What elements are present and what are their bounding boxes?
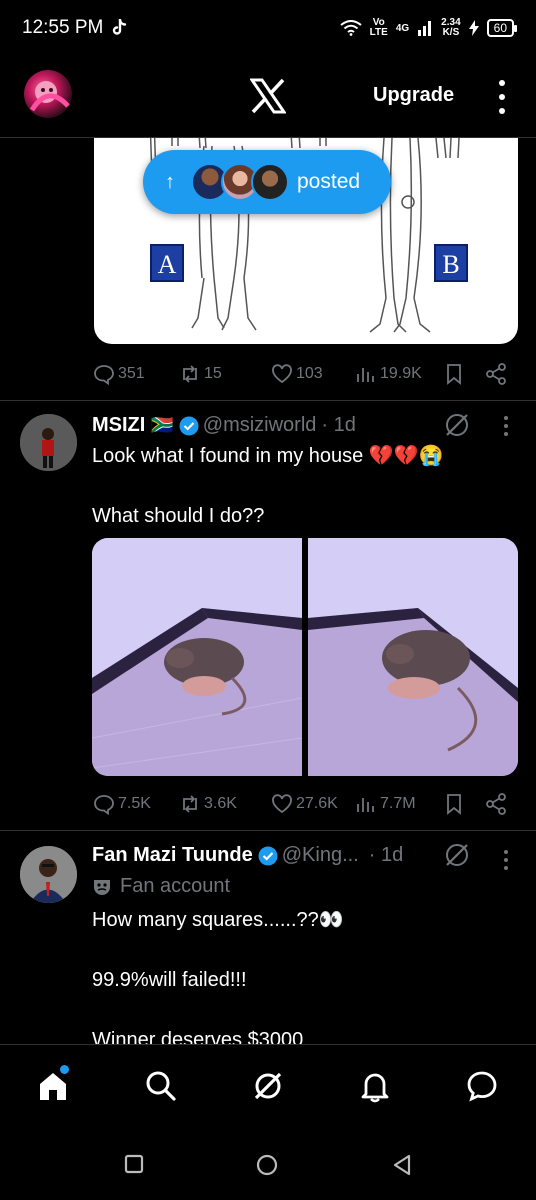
messages-icon[interactable] (465, 1069, 499, 1103)
home-icon[interactable] (36, 1069, 70, 1103)
tweet-more-icon[interactable] (504, 416, 510, 436)
bookmark-icon (447, 364, 461, 385)
share-button[interactable] (484, 360, 508, 388)
home-unread-dot (60, 1065, 69, 1074)
verified-icon (258, 846, 278, 865)
new-posts-pill[interactable]: ↑ posted (143, 150, 391, 214)
top-header: Upgrade (0, 56, 536, 138)
tiktok-icon (113, 19, 127, 35)
author-avatar[interactable] (20, 846, 77, 903)
label-b: B (434, 244, 468, 282)
home-button-icon[interactable] (256, 1154, 278, 1176)
reply-icon (94, 365, 114, 386)
tweet-header: Fan Mazi Tuunde @King... · 1d (92, 844, 403, 867)
timeline-feed[interactable]: A B ↑ posted 351 15 103 19.9K MSIZI 🇿🇦 @… (0, 138, 536, 1044)
system-navigation (0, 1130, 536, 1200)
status-time: 12:55 PM (22, 17, 104, 38)
volte-indicator: Vo LTE (369, 17, 388, 38)
fan-account-label: Fan account (92, 875, 230, 898)
grok-icon[interactable] (251, 1069, 285, 1103)
repost-button[interactable]: 3.6K (178, 790, 237, 818)
tweet-header: MSIZI 🇿🇦 @msiziworld · 1d (92, 414, 356, 437)
battery-level: 60 (486, 19, 518, 37)
recent-apps-icon[interactable] (124, 1154, 144, 1174)
author-handle[interactable]: @msiziworld (203, 414, 317, 437)
label-a: A (150, 244, 184, 282)
posted-label: posted (297, 170, 361, 193)
tweet-text-line: 99.9%will failed!!! (92, 969, 247, 991)
signal-icon (418, 21, 432, 36)
tweet-time: · 1d (321, 414, 356, 436)
like-button[interactable]: 27.6K (270, 790, 338, 818)
back-icon[interactable] (392, 1154, 412, 1176)
author-handle[interactable]: @King... (282, 844, 359, 867)
profile-avatar[interactable] (24, 70, 72, 118)
tweet-text-line: What should I do?? (92, 505, 265, 527)
bookmark-button[interactable] (442, 360, 466, 388)
tweet-text-line: Winner deserves $3000 (92, 1029, 304, 1044)
author-name[interactable]: Fan Mazi Tuunde (92, 844, 253, 867)
tweet-divider (0, 830, 536, 831)
share-icon (486, 363, 506, 385)
mask-icon (94, 879, 110, 895)
charging-icon (468, 20, 479, 36)
network-speed: 2.34 K/S (441, 17, 461, 38)
tweet-time: · 1d (368, 844, 404, 866)
author-name[interactable]: MSIZI (92, 414, 145, 437)
x-logo (250, 78, 286, 114)
like-icon (272, 794, 292, 814)
more-options-icon[interactable] (496, 80, 508, 114)
views-button[interactable]: 7.7M (354, 790, 416, 818)
tweet-photo[interactable] (308, 538, 518, 776)
arrow-up-icon: ↑ (165, 170, 175, 193)
reply-icon (94, 795, 114, 816)
notifications-icon[interactable] (358, 1069, 392, 1103)
views-icon (357, 368, 374, 382)
repost-icon (183, 365, 197, 383)
network-type: 4G (395, 22, 410, 34)
tweet-text-line: How many squares......??👀 (92, 909, 344, 931)
author-avatar[interactable] (20, 414, 77, 471)
wifi-icon (340, 20, 362, 36)
reply-button[interactable]: 7.5K (92, 790, 151, 818)
tweet-more-icon[interactable] (504, 850, 510, 870)
grok-icon[interactable] (444, 412, 470, 438)
tweet-actions: 7.5K 3.6K 27.6K 7.7M (92, 790, 512, 818)
repost-icon (183, 795, 197, 813)
grok-icon[interactable] (444, 842, 470, 868)
tweet-actions: 351 15 103 19.9K (92, 360, 512, 388)
bottom-navigation (0, 1044, 536, 1130)
search-icon[interactable] (144, 1069, 178, 1103)
share-icon (486, 793, 506, 815)
tweet-photo[interactable] (92, 538, 302, 776)
like-button[interactable]: 103 (270, 360, 323, 388)
verified-icon (179, 416, 199, 435)
tweet-divider (0, 400, 536, 401)
tweet-text-line: Look what I found in my house 💔💔😭 (92, 445, 444, 467)
bookmark-icon (447, 794, 461, 815)
share-button[interactable] (484, 790, 508, 818)
poster-avatar (251, 163, 289, 201)
views-button[interactable]: 19.9K (354, 360, 422, 388)
upgrade-button[interactable]: Upgrade (373, 84, 454, 107)
repost-button[interactable]: 15 (178, 360, 222, 388)
status-bar: 12:55 PM Vo LTE 4G 2.34 K/S 60 (0, 0, 536, 56)
reply-button[interactable]: 351 (92, 360, 145, 388)
views-icon (357, 798, 374, 812)
bookmark-button[interactable] (442, 790, 466, 818)
flag-emoji: 🇿🇦 (151, 415, 174, 435)
like-icon (272, 364, 292, 384)
